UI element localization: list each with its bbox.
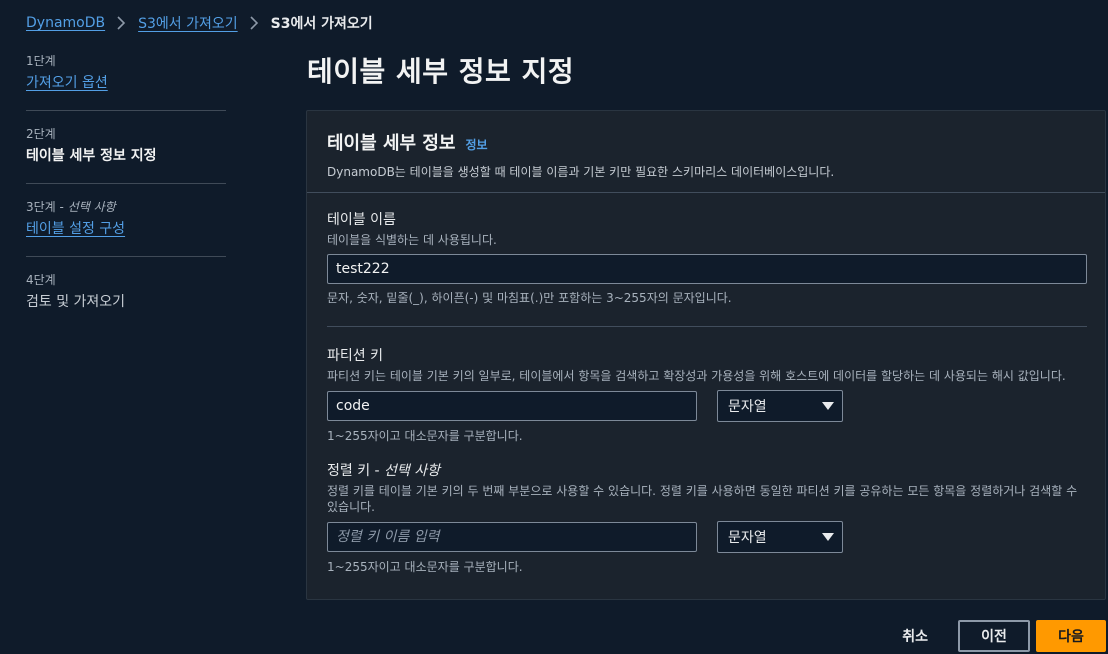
partition-key-hint: 1~255자이고 대소문자를 구분합니다. — [327, 429, 523, 443]
table-name-label: 테이블 이름 — [327, 212, 396, 228]
chevron-right-icon — [117, 16, 126, 30]
step-2: 2단계 테이블 세부 정보 지정 — [26, 125, 226, 167]
partition-key-type-select[interactable]: 문자열 — [717, 390, 843, 422]
step-review-import: 검토 및 가져오기 — [26, 294, 126, 310]
caret-down-icon — [822, 533, 834, 541]
sort-key-hint: 1~255자이고 대소문자를 구분합니다. — [327, 560, 523, 574]
table-name-input[interactable] — [327, 254, 1087, 284]
container-title: 테이블 세부 정보 — [327, 133, 456, 154]
table-name-description: 테이블을 식별하는 데 사용됩니다. — [327, 233, 497, 247]
cancel-button[interactable]: 취소 — [902, 626, 928, 646]
step-current-table-details: 테이블 세부 정보 지정 — [26, 148, 157, 164]
partition-key-description: 파티션 키는 테이블 기본 키의 일부로, 테이블에서 항목을 검색하고 확장성… — [327, 369, 1066, 383]
table-name-field: 테이블 이름 테이블을 식별하는 데 사용됩니다. 문자, 숫자, 밑줄(_),… — [327, 211, 1087, 306]
step-3: 3단계 - 선택 사항 테이블 설정 구성 — [26, 198, 226, 240]
divider — [26, 110, 226, 111]
wizard-footer: 취소 이전 다음 — [902, 620, 1106, 652]
caret-down-icon — [822, 402, 834, 410]
divider — [327, 326, 1087, 327]
container-description: DynamoDB는 테이블을 생성할 때 테이블 이름과 기본 키만 필요한 스… — [327, 165, 835, 179]
breadcrumb-current: S3에서 가져오기 — [270, 16, 373, 32]
container-header: 테이블 세부 정보 정보 DynamoDB는 테이블을 생성할 때 테이블 이름… — [307, 111, 1105, 193]
info-link[interactable]: 정보 — [465, 136, 487, 153]
step-number: 4단계 — [26, 273, 56, 287]
breadcrumb-import-s3[interactable]: S3에서 가져오기 — [138, 13, 238, 33]
step-number: 1단계 — [26, 54, 56, 68]
sort-key-type-select[interactable]: 문자열 — [717, 521, 843, 553]
sort-key-input[interactable] — [327, 522, 697, 552]
partition-key-type-value: 문자열 — [728, 399, 767, 415]
breadcrumb: DynamoDB S3에서 가져오기 S3에서 가져오기 — [26, 12, 373, 34]
divider — [26, 256, 226, 257]
chevron-right-icon — [250, 16, 259, 30]
sort-key-label: 정렬 키 - 선택 사항 — [327, 463, 441, 479]
step-link-table-settings[interactable]: 테이블 설정 구성 — [26, 218, 226, 240]
step-number: 2단계 — [26, 127, 56, 141]
table-details-container: 테이블 세부 정보 정보 DynamoDB는 테이블을 생성할 때 테이블 이름… — [306, 110, 1106, 600]
divider — [26, 183, 226, 184]
wizard-steps: 1단계 가져오기 옵션 2단계 테이블 세부 정보 지정 3단계 - 선택 사항… — [26, 52, 226, 313]
next-button[interactable]: 다음 — [1036, 620, 1106, 652]
partition-key-input[interactable] — [327, 391, 697, 421]
step-number: 3단계 - 선택 사항 — [26, 200, 116, 214]
partition-key-label: 파티션 키 — [327, 348, 383, 364]
page-title: 테이블 세부 정보 지정 — [307, 55, 575, 88]
sort-key-field: 정렬 키 - 선택 사항 정렬 키를 테이블 기본 키의 두 번째 부분으로 사… — [327, 462, 1085, 575]
partition-key-field: 파티션 키 파티션 키는 테이블 기본 키의 일부로, 테이블에서 항목을 검색… — [327, 347, 1085, 444]
previous-button[interactable]: 이전 — [958, 620, 1030, 652]
step-4: 4단계 검토 및 가져오기 — [26, 271, 226, 313]
container-body: 테이블 이름 테이블을 식별하는 데 사용됩니다. 문자, 숫자, 밑줄(_),… — [307, 193, 1105, 575]
step-link-import-options[interactable]: 가져오기 옵션 — [26, 72, 226, 94]
sort-key-description: 정렬 키를 테이블 기본 키의 두 번째 부분으로 사용할 수 있습니다. 정렬… — [327, 484, 1078, 514]
breadcrumb-dynamodb[interactable]: DynamoDB — [26, 15, 105, 31]
sort-key-type-value: 문자열 — [728, 530, 767, 546]
step-1: 1단계 가져오기 옵션 — [26, 52, 226, 94]
table-name-hint: 문자, 숫자, 밑줄(_), 하이픈(-) 및 마침표(.)만 포함하는 3~2… — [327, 291, 732, 305]
